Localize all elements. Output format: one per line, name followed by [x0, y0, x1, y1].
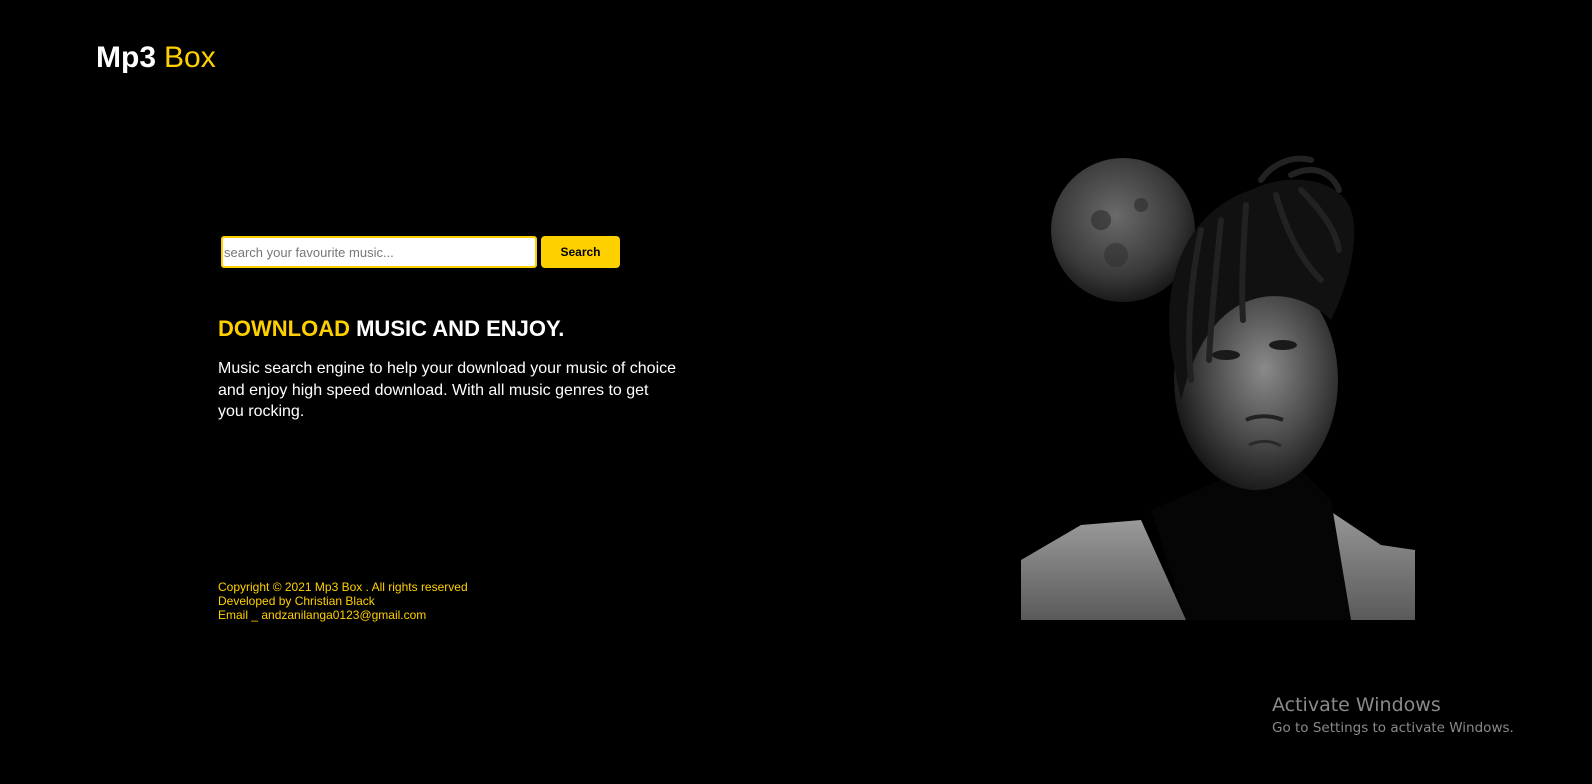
- search-button[interactable]: Search: [541, 236, 620, 268]
- brand-logo-part2: Box: [164, 41, 216, 74]
- page-headline: DOWNLOAD MUSIC AND ENJOY.: [218, 315, 564, 343]
- headline-accent: DOWNLOAD: [218, 316, 350, 341]
- footer-email: Email _ andzanilanga0123@gmail.com: [218, 608, 427, 622]
- portrait-illustration: [1021, 150, 1415, 620]
- search-input[interactable]: [221, 236, 537, 268]
- headline-rest: MUSIC AND ENJOY.: [356, 316, 565, 341]
- search-form: Search: [221, 236, 620, 268]
- brand-logo[interactable]: Mp3 Box: [96, 40, 216, 76]
- artist-portrait-image: [1021, 150, 1415, 620]
- watermark-title: Activate Windows: [1272, 694, 1441, 716]
- page-description: Music search engine to help your downloa…: [218, 360, 677, 420]
- footer-developer: Developed by Christian Black: [218, 594, 375, 608]
- brand-logo-part1: Mp3: [96, 41, 156, 74]
- footer: Copyright © 2021 Mp3 Box . All rights re…: [218, 580, 468, 622]
- footer-copyright: Copyright © 2021 Mp3 Box . All rights re…: [218, 580, 468, 594]
- windows-activation-watermark: Activate Windows Go to Settings to activ…: [1272, 693, 1514, 739]
- watermark-subtitle: Go to Settings to activate Windows.: [1272, 720, 1514, 736]
